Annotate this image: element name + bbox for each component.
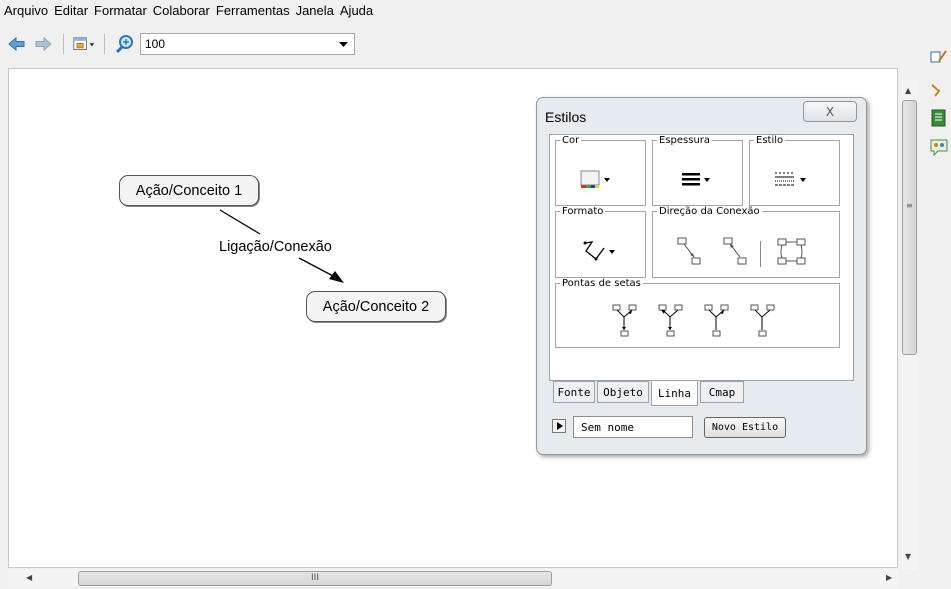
horizontal-scroll-thumb[interactable]: III: [78, 571, 552, 586]
line-color-picker-icon[interactable]: [580, 170, 616, 194]
tab-objeto[interactable]: Objeto: [597, 381, 649, 403]
tab-cmap[interactable]: Cmap: [700, 381, 744, 403]
back-arrow-icon[interactable]: [6, 33, 28, 55]
connection-direction-label: Direção da Conexão: [659, 206, 760, 217]
format-group: Formato: [555, 206, 646, 278]
scroll-left-icon[interactable]: ◀: [26, 573, 32, 582]
dialog-title: Estilos: [545, 109, 587, 125]
vertical-scroll-thumb[interactable]: ≡: [902, 100, 917, 355]
style-group: Estilo: [749, 135, 840, 206]
direction-swap-icon[interactable]: [777, 237, 807, 271]
arrowhead-style-2-icon[interactable]: [658, 304, 684, 342]
line-thickness-icon[interactable]: [681, 170, 717, 194]
expand-styles-button[interactable]: [552, 419, 566, 433]
view-options-icon[interactable]: [73, 33, 95, 55]
tab-fonte[interactable]: Fonte: [553, 381, 595, 403]
arrowhead-style-4-icon[interactable]: [750, 304, 776, 342]
forward-arrow-icon[interactable]: [32, 33, 54, 55]
zoom-select[interactable]: 100: [140, 33, 355, 55]
style-name-field[interactable]: Sem nome: [573, 416, 693, 438]
styles-dialog: Estilos X Cor Espessura Estilo Formato D…: [536, 97, 867, 455]
thickness-group: Espessura: [652, 135, 743, 206]
close-button[interactable]: X: [803, 101, 857, 122]
toolbar-separator: [104, 34, 105, 54]
arrowhead-style-3-icon[interactable]: [704, 304, 730, 342]
concept-node-1[interactable]: Ação/Conceito 1: [119, 175, 259, 206]
menu-janela[interactable]: Janela: [296, 3, 334, 18]
toolbar: 100: [0, 20, 951, 68]
line-shape-icon[interactable]: [582, 239, 620, 267]
direction-divider: [760, 241, 761, 267]
menu-arquivo[interactable]: Arquivo: [4, 3, 48, 18]
horizontal-scrollbar[interactable]: ◀ III ▶: [8, 570, 898, 587]
arrowhead-style-1-icon[interactable]: [612, 304, 638, 342]
zoom-icon[interactable]: [114, 33, 136, 55]
menu-editar[interactable]: Editar: [54, 3, 88, 18]
direction-forward-icon[interactable]: [677, 237, 703, 271]
scroll-right-icon[interactable]: ▶: [886, 573, 892, 582]
toolbar-separator: [63, 34, 64, 54]
linking-phrase[interactable]: Ligação/Conexão: [219, 239, 332, 255]
thickness-group-label: Espessura: [659, 135, 711, 146]
direction-reverse-icon[interactable]: [723, 237, 749, 271]
vertical-scrollbar[interactable]: ▲ ≡ ▼: [901, 80, 918, 570]
color-group-label: Cor: [562, 135, 580, 146]
menu-bar: Arquivo Editar Formatar Colaborar Ferram…: [0, 0, 951, 20]
close-icon: X: [825, 104, 835, 119]
grip-icon: ≡: [906, 201, 913, 210]
chevron-down-icon: [339, 37, 348, 51]
edit-icon[interactable]: [930, 48, 948, 66]
line-style-panel: Cor Espessura Estilo Formato Direção da …: [549, 134, 854, 381]
menu-colaborar[interactable]: Colaborar: [153, 3, 210, 18]
menu-ajuda[interactable]: Ajuda: [340, 3, 373, 18]
right-toolbar-strip: [920, 50, 951, 589]
line-style-icon[interactable]: [774, 170, 814, 194]
arrowheads-group-label: Pontas de setas: [562, 278, 641, 289]
menu-ferramentas[interactable]: Ferramentas: [216, 3, 290, 18]
collaboration-icon[interactable]: [930, 138, 948, 157]
document-icon[interactable]: [930, 109, 948, 127]
arrowheads-group: Pontas de setas: [555, 278, 840, 348]
scroll-down-icon[interactable]: ▼: [905, 552, 911, 561]
menu-formatar[interactable]: Formatar: [94, 3, 147, 18]
format-group-label: Formato: [562, 206, 604, 217]
tab-linha[interactable]: Linha: [651, 381, 698, 406]
connection-direction-group: Direção da Conexão: [652, 206, 840, 278]
scroll-up-icon[interactable]: ▲: [905, 86, 911, 95]
link-icon[interactable]: [930, 81, 948, 99]
zoom-value: 100: [145, 37, 166, 51]
style-group-label: Estilo: [756, 135, 784, 146]
color-group: Cor: [555, 135, 646, 206]
new-style-button[interactable]: Novo Estilo: [704, 417, 786, 438]
concept-node-2[interactable]: Ação/Conceito 2: [306, 291, 446, 322]
